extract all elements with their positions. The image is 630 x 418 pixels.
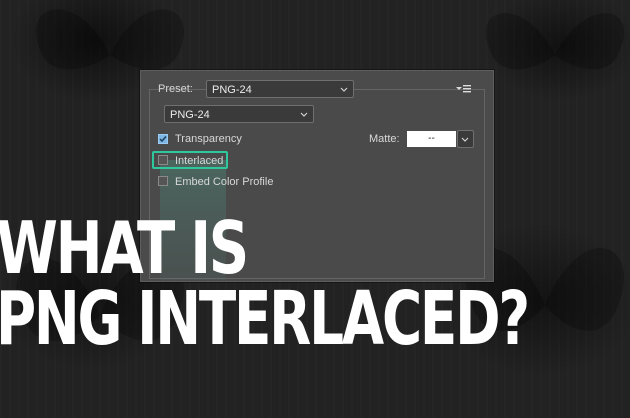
matte-color-swatch[interactable]: -- xyxy=(407,131,456,147)
preset-select[interactable]: PNG-24 xyxy=(206,80,354,98)
chevron-down-icon xyxy=(340,87,348,92)
matte-label: Matte: xyxy=(369,133,400,145)
checkmark-icon xyxy=(159,136,167,143)
preset-label: Preset: xyxy=(158,83,193,95)
chevron-down-icon xyxy=(461,137,469,142)
transparency-checkbox[interactable] xyxy=(158,134,168,144)
format-value: PNG-24 xyxy=(170,109,210,121)
headline-line-1: WHAT IS xyxy=(0,206,249,290)
butterfly-graphic xyxy=(485,13,625,70)
headline-line-2: PNG INTERLACED? xyxy=(0,276,530,362)
matte-dropdown[interactable] xyxy=(457,130,474,148)
chevron-down-icon xyxy=(300,112,308,117)
format-select[interactable]: PNG-24 xyxy=(164,105,314,123)
interlaced-label: Interlaced xyxy=(175,155,224,167)
panel-menu-icon[interactable] xyxy=(456,84,472,94)
transparency-label: Transparency xyxy=(175,133,242,145)
matte-value: -- xyxy=(428,133,435,144)
interlaced-checkbox[interactable] xyxy=(158,155,168,165)
embed-color-profile-checkbox[interactable] xyxy=(158,176,168,186)
embed-color-profile-label: Embed Color Profile xyxy=(175,176,274,188)
preset-value: PNG-24 xyxy=(212,84,252,96)
